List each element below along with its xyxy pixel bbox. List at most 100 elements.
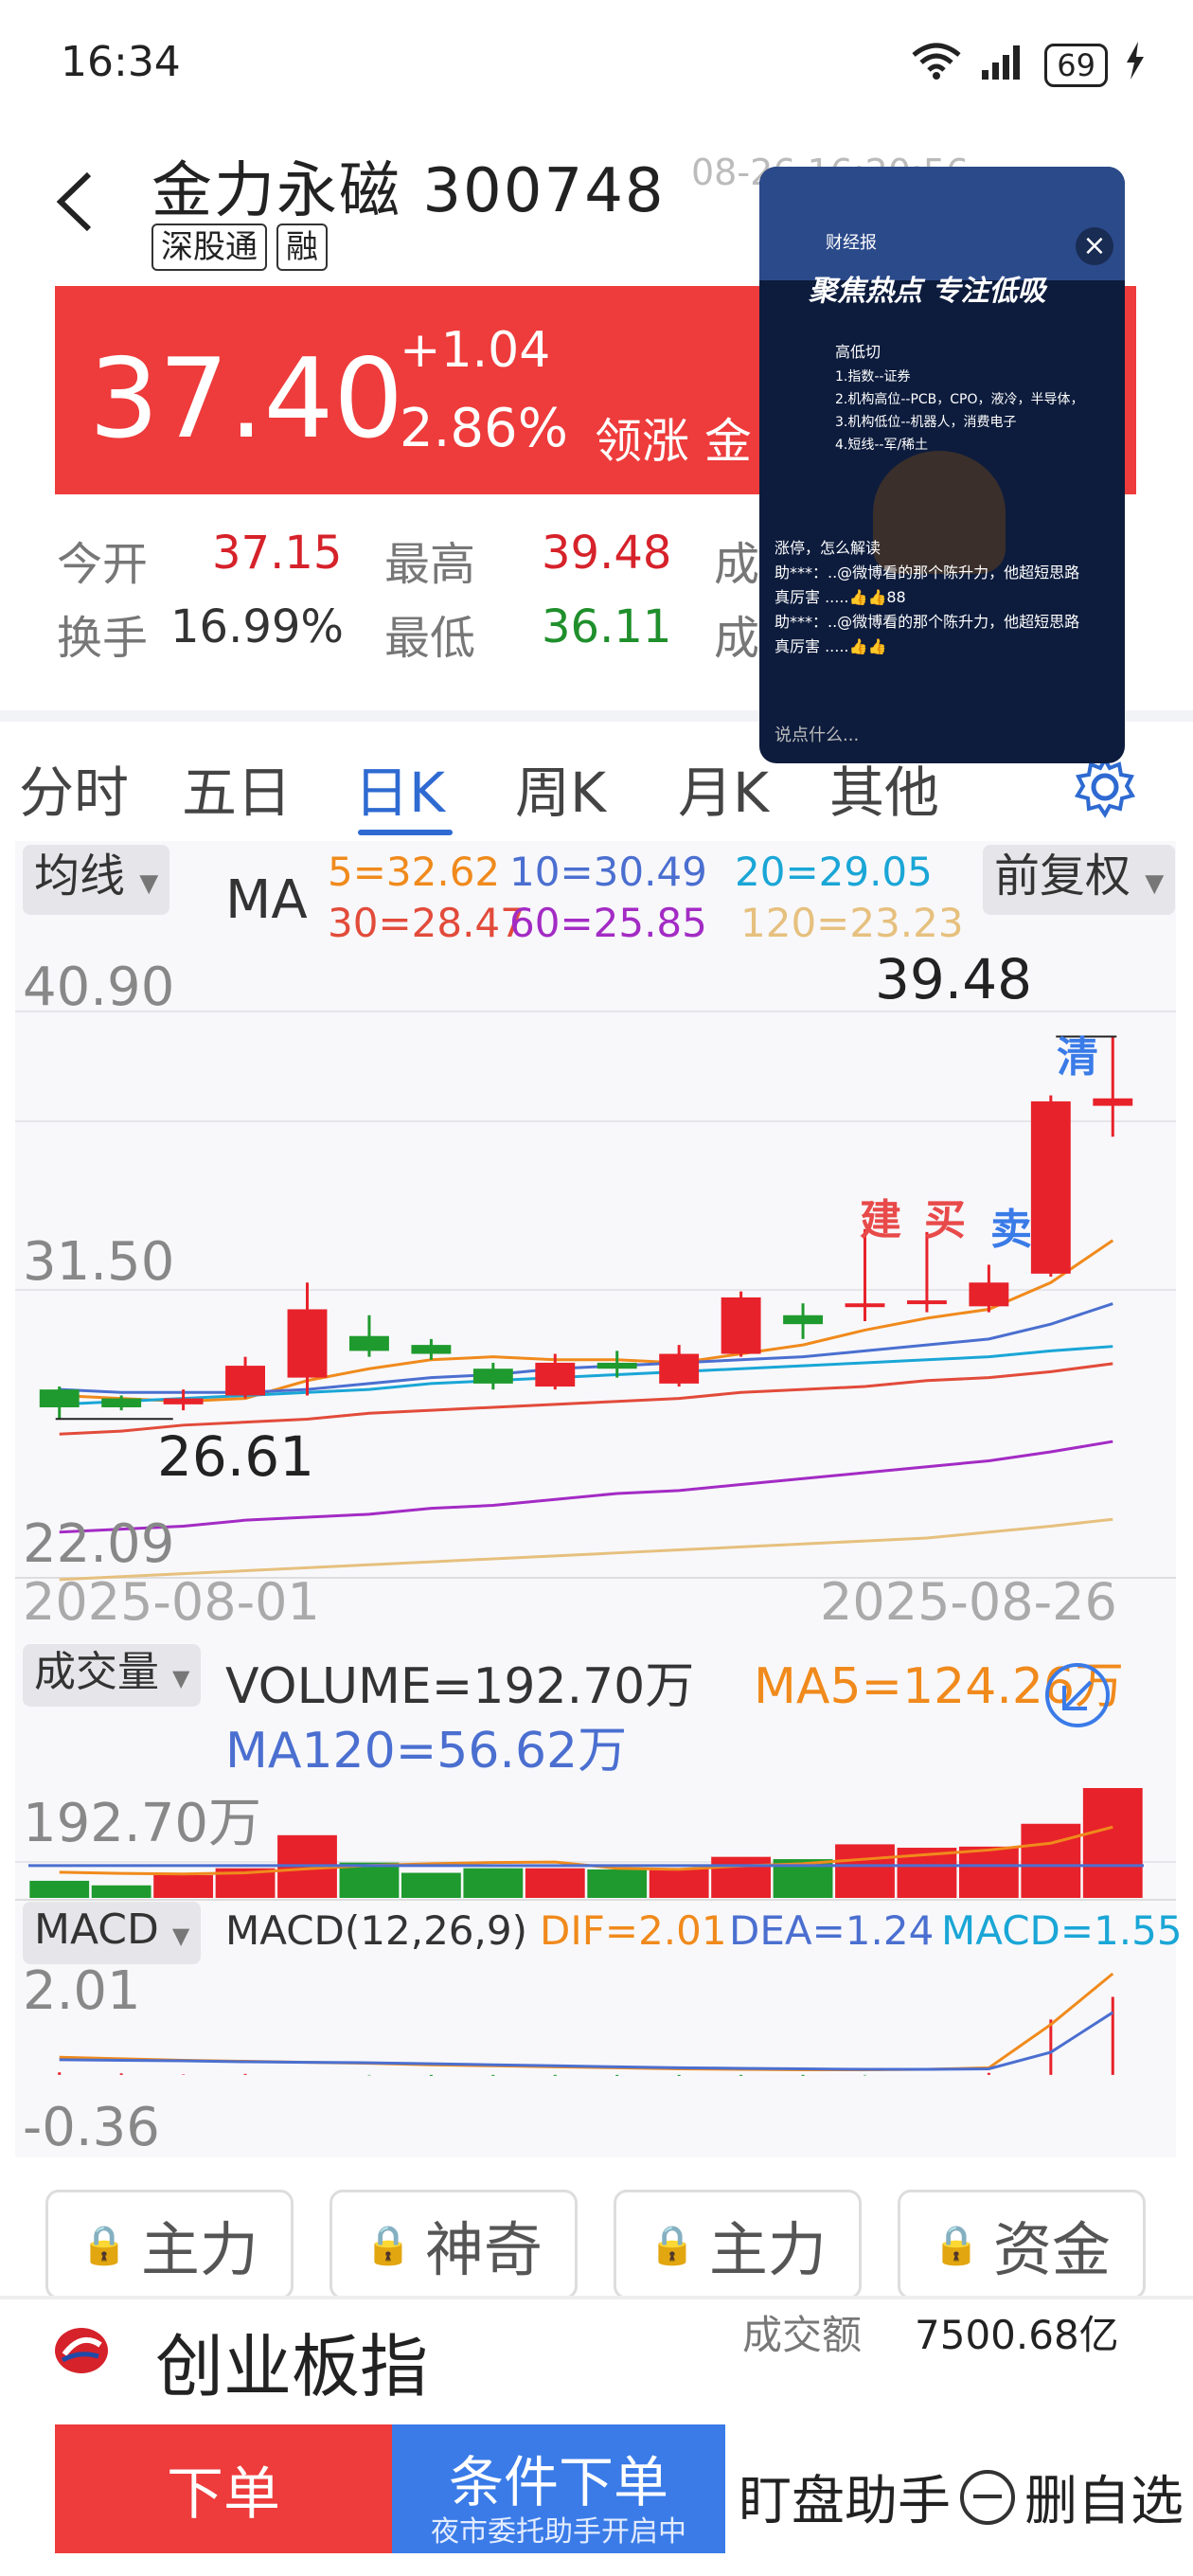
macd-dea-line [59,2011,1114,2071]
date-start: 2025-08-01 [23,1572,320,1632]
stock-title: 金力永磁 300748 [151,156,666,226]
tab-weekly-k[interactable]: 周K [515,748,606,828]
remove-watchlist-button[interactable]: 删自选 [960,2459,1184,2535]
lock-icon: 🔒 [80,2223,128,2267]
board-title: 高低切 [835,343,881,361]
board-line: 1.指数--证券 [835,369,911,385]
candle-body [39,1389,80,1407]
date-end: 2025-08-26 [820,1572,1117,1632]
leading-sector[interactable]: 领涨 金 [595,403,752,472]
active-tab-indicator [358,830,453,835]
lock-icon: 🔒 [365,2223,412,2267]
kline-y-top: 40.90 [23,957,175,1018]
volume-bar [649,1868,709,1898]
video-banner: 聚焦热点 专注低吸 [809,275,1046,308]
video-channel: 财经报 [826,233,877,253]
candle-body [596,1362,637,1369]
battery-indicator: 69 [1044,43,1108,87]
signal-sell[interactable]: 卖 [990,1195,1032,1256]
volume-value: VOLUME=192.70万 [225,1658,695,1715]
status-icons: 69 [910,42,1146,88]
signal-icon [980,42,1027,88]
volume-y-max: 192.70万 [23,1793,261,1854]
tab-daily-k[interactable]: 日K [354,748,445,828]
volume-bar [587,1869,648,1898]
volume-label: 成 [714,538,760,591]
candle-body [969,1282,1009,1307]
candle-body [1093,1098,1133,1106]
candle-body [225,1366,265,1396]
board-lines: 1.指数--证券 2.机构高位--PCB，CPO，液冷，半导体， 3.机构低位-… [835,366,1110,456]
signal-clear[interactable]: 清 [1057,1023,1098,1083]
feature-button-main-force-2[interactable]: 🔒 主力 [614,2190,862,2299]
index-turnover-value: 7500.68亿 [915,2312,1119,2358]
macd-y-top: 2.01 [23,1960,141,2022]
high-value: 39.48 [542,527,672,580]
signal-build[interactable]: 建 [860,1186,901,1246]
tag-connect: 深股通 [151,224,267,271]
feature-button-magic[interactable]: 🔒 神奇 [329,2190,578,2299]
remove-watchlist-label: 删自选 [1024,2471,1184,2532]
tab-five-day[interactable]: 五日 [182,748,292,828]
conditional-order-sub: 夜市委托助手开启中 [431,2515,686,2549]
tab-monthly-k[interactable]: 月K [678,748,769,828]
macd-y-bottom: -0.36 [23,2097,160,2158]
kline-y-mid: 31.50 [23,1231,175,1293]
caret-down-icon: ▼ [172,1665,190,1691]
candle-body [411,1345,452,1354]
candle-body [721,1297,761,1354]
ma60-label: 60=25.85 [509,900,707,946]
feature-button-main-force[interactable]: 🔒 主力 [45,2190,294,2299]
candle-body [535,1362,576,1387]
chat-list: 涨停，怎么解读 助***：..@微博看的那个陈升力，他超短思路真厉害 .....… [775,536,1087,659]
chart-settings-button[interactable] [1072,754,1138,824]
feature-label: 主力 [140,2215,258,2284]
signal-buy[interactable]: 买 [924,1186,966,1246]
low-value: 36.11 [542,600,672,653]
volume-dropdown-label: 成交量 [34,1648,159,1696]
candle-body [783,1315,823,1325]
volume-bar [463,1868,524,1898]
watch-assistant-button[interactable]: 盯盘助手 [739,2459,951,2535]
adjust-dropdown[interactable]: 前复权 ▼ [983,845,1176,915]
chat-input[interactable]: 说点什么... [775,722,859,746]
volume-bar [401,1872,461,1898]
chat-line: 助***：..@微博看的那个陈升力，他超短思路真厉害 .....👍👍88 [775,564,1080,606]
macd-params: MACD(12,26,9) [225,1907,527,1954]
tab-intraday[interactable]: 分时 [19,748,129,828]
volume-dropdown[interactable]: 成交量 ▼ [23,1644,202,1707]
stock-tags: 深股通 融 [151,224,328,271]
feature-button-funds[interactable]: 🔒 资金 [898,2190,1146,2299]
chevron-left-icon [56,171,92,232]
macd-dropdown[interactable]: MACD ▼ [23,1902,202,1964]
gear-icon [1074,755,1136,818]
index-name[interactable]: 创业板指 [155,2311,428,2410]
wifi-icon [910,42,963,88]
board-line: 3.机构低位--机器人，消费电子 [835,415,1017,430]
close-icon[interactable]: × [1076,227,1113,265]
indicator-dropdown[interactable]: 均线 ▼ [23,845,170,915]
back-button[interactable] [51,169,98,235]
candle-body [349,1335,389,1351]
volume-bar [91,1885,151,1898]
low-marker: 26.61 [157,1424,315,1489]
kline-y-bottom: 22.09 [23,1513,175,1575]
turnover-value: 16.99% [170,600,345,653]
chat-line: 涨停，怎么解读 [775,539,881,557]
price-change-pct: 2.86% [400,398,568,459]
ma5-label: 5=32.62 [328,849,501,895]
ma10-label: 10=30.49 [509,849,707,895]
volume-bar [711,1856,772,1898]
high-marker: 39.48 [875,947,1033,1011]
current-price: 37.40 [89,335,404,463]
volume-bar [1021,1823,1081,1898]
conditional-order-button[interactable]: 条件下单 夜市委托助手开启中 [392,2424,725,2553]
candle-body [472,1368,513,1384]
live-video-overlay[interactable]: 财经报 × 聚焦热点 专注低吸 高低切 1.指数--证券 2.机构高位--PCB… [759,167,1125,763]
order-button[interactable]: 下单 [55,2424,392,2553]
tag-margin: 融 [276,224,328,271]
expand-button[interactable] [1043,1661,1112,1733]
charging-icon [1125,42,1146,88]
index-turnover-label: 成交额 [742,2312,863,2358]
board-line: 4.短线--军/稀土 [835,438,929,453]
